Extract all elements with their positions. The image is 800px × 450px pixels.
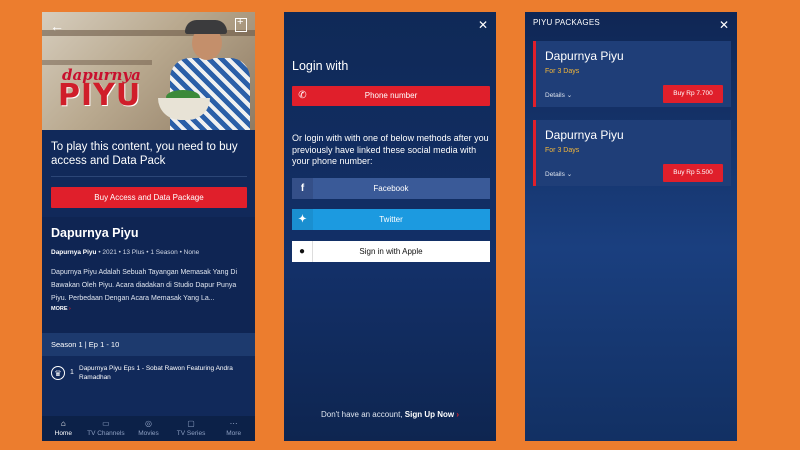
facebook-login-button[interactable]: f Facebook — [292, 178, 490, 199]
more-label: MORE — [51, 306, 68, 312]
episode-number: 1 — [70, 369, 74, 376]
nav-tv-series[interactable]: ▢ TV Series — [170, 416, 213, 441]
package-title: Dapurnya Piyu — [545, 49, 624, 63]
close-icon[interactable]: ✕ — [478, 18, 488, 32]
packages-screen: PIYU PACKAGES ✕ Dapurnya Piyu For 3 Days… — [525, 12, 737, 441]
package-card: Dapurnya Piyu For 3 Days Details ⌄ Buy R… — [533, 120, 731, 186]
package-card: Dapurnya Piyu For 3 Days Details ⌄ Buy R… — [533, 41, 731, 107]
content-detail-screen: dapurnya PIYU ← To play this content, yo… — [42, 12, 255, 441]
facebook-icon: f — [292, 178, 313, 199]
access-message: To play this content, you need to buy ac… — [51, 141, 238, 167]
no-account-text: Don't have an account, — [320, 410, 405, 419]
meta-title: Dapurnya Piyu — [51, 249, 97, 256]
nav-label: TV Series — [176, 430, 206, 437]
chevron-right-icon: › — [69, 306, 71, 312]
nav-label: TV Channels — [87, 430, 125, 437]
signup-link[interactable]: Sign Up Now — [405, 410, 454, 419]
package-duration: For 3 Days — [545, 147, 580, 154]
tv-icon: ▭ — [102, 419, 110, 428]
bottom-navigation: ⌂ Home ▭ TV Channels ◎ Movies ▢ TV Series ⋯ M… — [42, 416, 255, 441]
apple-icon: ● — [292, 241, 313, 262]
banner-shelf — [42, 60, 152, 65]
show-title: Dapurnya Piyu — [51, 226, 139, 240]
details-label: Details — [545, 171, 565, 178]
nav-more[interactable]: ⋯ More — [212, 416, 255, 441]
nav-label: Home — [54, 430, 72, 437]
twitter-icon: ✦ — [292, 209, 313, 230]
back-arrow-icon[interactable]: ← — [50, 18, 64, 34]
movie-icon: ◎ — [144, 419, 152, 428]
package-duration: For 3 Days — [545, 68, 580, 75]
more-link[interactable]: MORE › — [51, 306, 71, 312]
crown-icon: ♛ — [51, 366, 65, 380]
social-login-instructions: Or login with with one of below methods … — [292, 133, 489, 166]
episode-title: Dapurnya Piyu Eps 1 - Sobat Rawon Featur… — [79, 365, 233, 381]
buy-package-button[interactable]: Buy Rp 5.500 — [663, 164, 723, 182]
details-label: Details — [545, 92, 565, 99]
login-screen: ✕ Login with ✆ Phone number Or login wit… — [284, 12, 496, 441]
signup-prompt: Don't have an account, Sign Up Now › — [284, 410, 496, 419]
divider — [51, 176, 247, 177]
more-icon: ⋯ — [229, 419, 238, 428]
show-banner-image: dapurnya PIYU ← — [42, 12, 255, 130]
nav-movies[interactable]: ◎ Movies — [127, 416, 170, 441]
close-icon[interactable]: ✕ — [719, 18, 729, 32]
chevron-down-icon: ⌄ — [566, 171, 573, 178]
package-title: Dapurnya Piyu — [545, 128, 624, 142]
nav-home[interactable]: ⌂ Home — [42, 416, 85, 441]
show-logo-big: PIYU — [58, 78, 142, 113]
nav-tv-channels[interactable]: ▭ TV Channels — [85, 416, 128, 441]
meta-details: • 2021 • 13 Plus • 1 Season • None — [96, 249, 200, 256]
phone-button-label: Phone number — [364, 91, 418, 100]
apple-login-button[interactable]: ● Sign in with Apple — [292, 241, 490, 262]
package-details-toggle[interactable]: Details ⌄ — [545, 170, 572, 178]
buy-package-button[interactable]: Buy Rp 7.700 — [663, 85, 723, 103]
bookmark-add-icon[interactable] — [235, 16, 247, 32]
chevron-right-icon: › — [456, 410, 460, 419]
twitter-label: Twitter — [379, 215, 403, 224]
apple-label: Sign in with Apple — [359, 247, 423, 256]
login-title: Login with — [292, 59, 349, 73]
facebook-label: Facebook — [373, 184, 409, 193]
phone-icon: ✆ — [298, 90, 307, 101]
nav-label: More — [226, 430, 242, 437]
twitter-login-button[interactable]: ✦ Twitter — [292, 209, 490, 230]
banner-chef-cap — [185, 20, 227, 34]
phone-login-button[interactable]: ✆ Phone number — [292, 86, 490, 106]
chevron-down-icon: ⌄ — [566, 92, 573, 99]
package-details-toggle[interactable]: Details ⌄ — [545, 91, 572, 99]
show-description: Dapurnya Piyu Adalah Sebuah Tayangan Mem… — [51, 269, 238, 302]
nav-label: Movies — [138, 430, 159, 437]
home-icon: ⌂ — [60, 419, 66, 428]
season-selector[interactable]: Season 1 | Ep 1 - 10 — [42, 333, 255, 356]
show-meta: Dapurnya Piyu • 2021 • 13 Plus • 1 Seaso… — [51, 249, 199, 256]
series-icon: ▢ — [187, 419, 195, 428]
buy-access-button[interactable]: Buy Access and Data Package — [51, 187, 247, 208]
packages-header: PIYU PACKAGES — [533, 18, 600, 27]
